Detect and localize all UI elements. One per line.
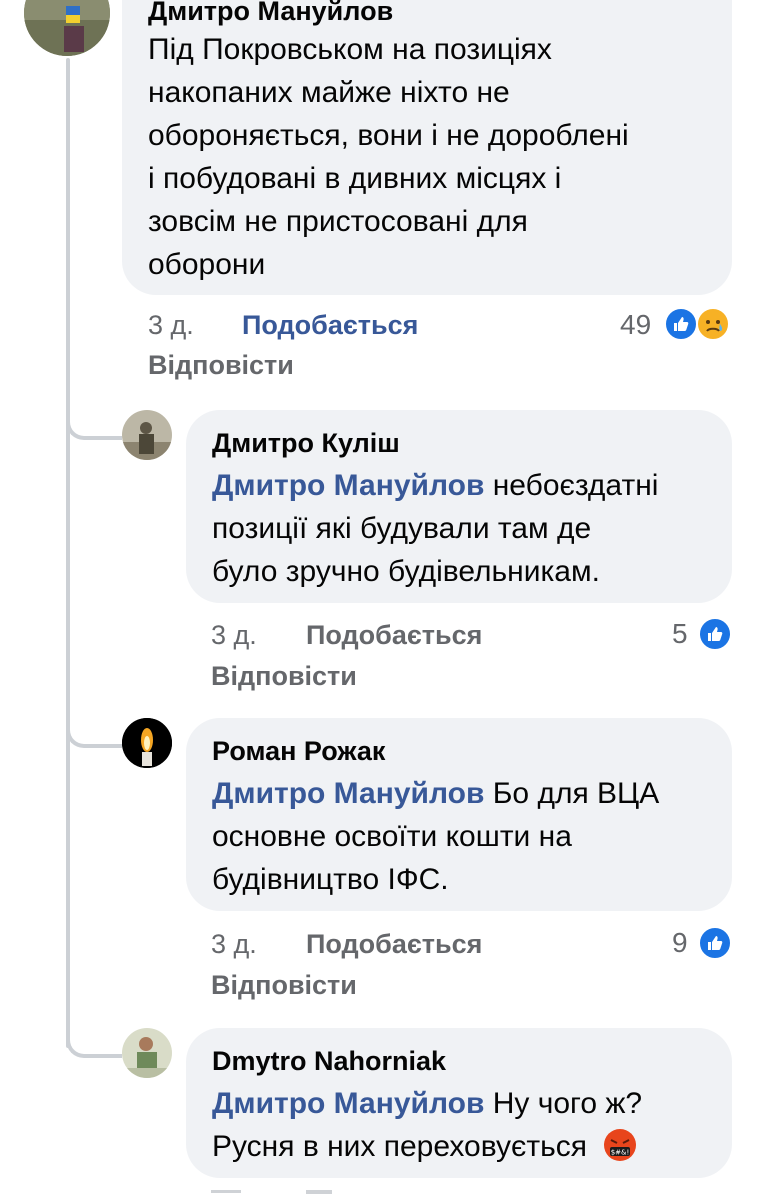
thread-line	[66, 58, 70, 1048]
mention-link[interactable]: Дмитро Мануйлов	[212, 777, 484, 810]
like-icon	[698, 926, 732, 960]
reaction-count[interactable]: 5	[672, 618, 688, 650]
thread-branch	[66, 416, 122, 440]
swearing-face-icon: $#&!	[603, 1128, 637, 1162]
reply-button[interactable]: Відповісти	[211, 661, 357, 692]
comment-meta-cut	[211, 1190, 511, 1200]
thread-branch	[66, 724, 122, 748]
reply-button[interactable]: Відповісти	[148, 350, 294, 381]
comment-time[interactable]: 3 д.	[211, 620, 257, 651]
avatar[interactable]	[24, 0, 110, 56]
reaction-count[interactable]: 49	[620, 309, 651, 341]
mention-link[interactable]: Дмитро Мануйлов	[212, 1087, 484, 1120]
comment-text: Дмитро Мануйлов Бо для ВЦА основне освої…	[212, 777, 660, 896]
comment-author[interactable]: Дмитро Мануйлов	[148, 0, 393, 28]
reply-button[interactable]: Відповісти	[211, 970, 357, 1001]
like-button[interactable]: Подобається	[306, 929, 482, 960]
comment-time[interactable]: 3 д.	[211, 929, 257, 960]
svg-text:$#&!: $#&!	[611, 1149, 630, 1157]
comment-text: Дмитро Мануйлов Ну чого ж? Русня в них п…	[212, 1087, 643, 1163]
like-icon	[698, 617, 732, 651]
comment-bubble: Dmytro Nahorniak Дмитро Мануйлов Ну чого…	[186, 1028, 732, 1178]
comment-text: Під Покровськом на позиціях накопаних ма…	[148, 33, 629, 281]
comment-bubble: Дмитро Куліш Дмитро Мануйлов небоєздатні…	[186, 410, 732, 603]
mention-link[interactable]: Дмитро Мануйлов	[212, 469, 484, 502]
sad-icon	[696, 307, 730, 341]
thread-branch	[66, 1034, 122, 1058]
comment-text: Дмитро Мануйлов небоєздатні позиції які …	[212, 469, 659, 588]
comment-author[interactable]: Dmytro Nahorniak	[212, 1044, 446, 1078]
comment-author[interactable]: Дмитро Куліш	[212, 426, 400, 460]
like-button[interactable]: Подобається	[242, 310, 418, 341]
comment-author[interactable]: Роман Рожак	[212, 734, 385, 768]
comment-bubble: Роман Рожак Дмитро Мануйлов Бо для ВЦА о…	[186, 718, 732, 911]
comment-bubble: Дмитро Мануйлов Під Покровськом на позиц…	[122, 0, 732, 295]
avatar[interactable]	[122, 718, 172, 768]
comment-time[interactable]: 3 д.	[148, 310, 194, 341]
avatar[interactable]	[122, 1028, 172, 1078]
like-icon	[664, 307, 698, 341]
reaction-count[interactable]: 9	[672, 927, 688, 959]
like-button[interactable]: Подобається	[306, 620, 482, 651]
avatar[interactable]	[122, 410, 172, 460]
